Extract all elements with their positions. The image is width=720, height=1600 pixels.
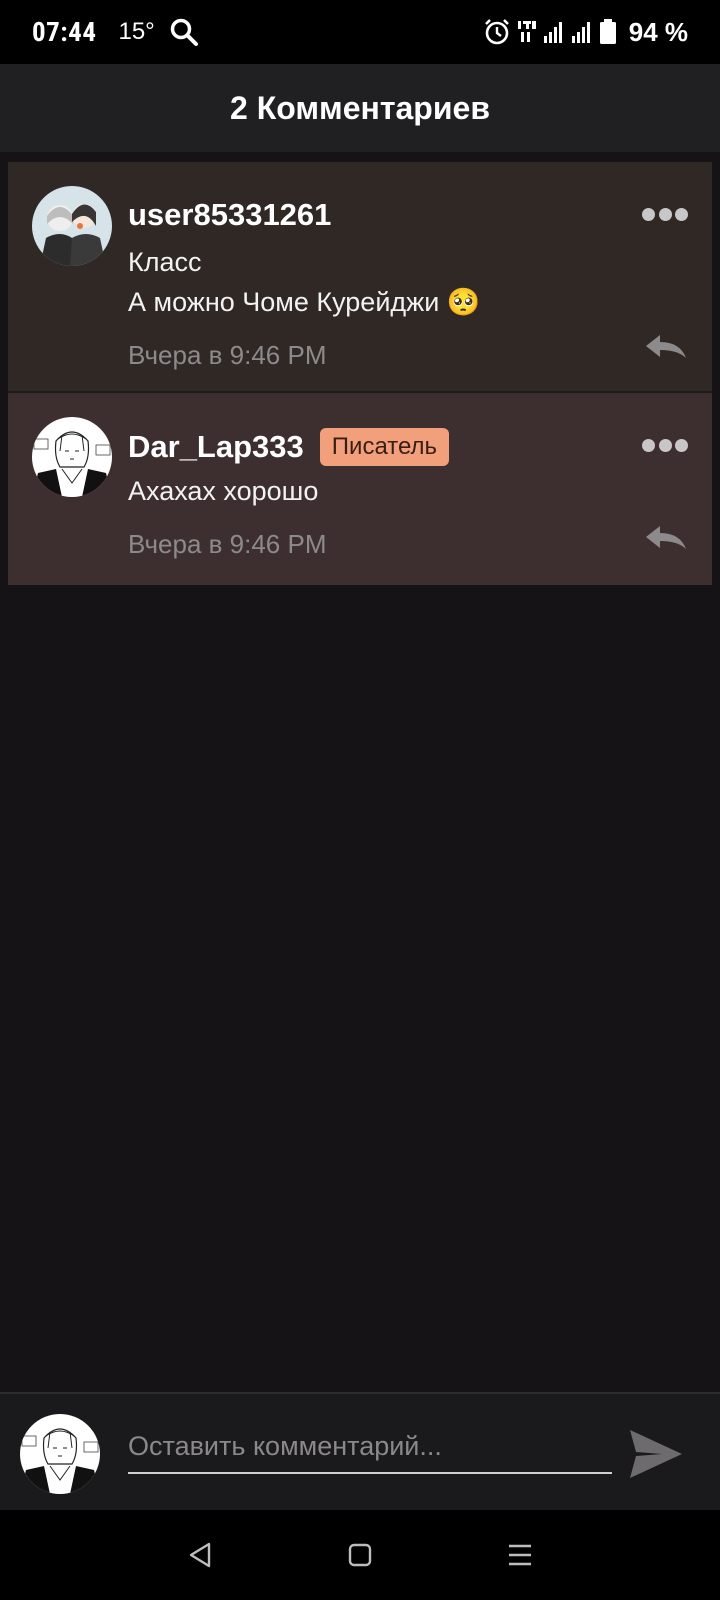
comment-composer	[0, 1392, 720, 1510]
avatar-image	[32, 417, 112, 497]
avatar[interactable]	[32, 186, 112, 266]
dot-icon	[658, 438, 672, 452]
comment-body: Класс А можно Чоме Курейджи 🥺	[128, 242, 480, 322]
signal-icon	[571, 22, 590, 43]
dot-icon	[675, 207, 688, 221]
more-options-button[interactable]	[642, 206, 688, 222]
menu-icon	[509, 1544, 531, 1566]
back-button[interactable]	[180, 1535, 220, 1575]
dot-icon	[658, 207, 672, 221]
home-button[interactable]	[340, 1535, 380, 1575]
author-name: user85331261	[128, 197, 332, 232]
status-bar: 07:44 15° 94 %	[0, 0, 720, 64]
home-icon	[348, 1543, 372, 1567]
header: 2 Комментариев	[0, 64, 720, 152]
comment-timestamp: Вчера в 9:46 PM	[128, 340, 327, 370]
avatar[interactable]	[20, 1414, 100, 1494]
battery-percent: 94 %	[628, 16, 688, 47]
comment-body: Ахахах хорошо	[128, 471, 318, 511]
comment-timestamp: Вчера в 9:46 PM	[128, 529, 327, 559]
avatar-image	[20, 1414, 100, 1494]
dot-icon	[642, 207, 655, 221]
page-title: 2 Комментариев	[230, 89, 490, 126]
battery-icon	[599, 19, 616, 44]
comment-line: А можно Чоме Курейджи 🥺	[128, 287, 481, 317]
system-nav-bar	[0, 1510, 720, 1600]
lte-icon	[517, 21, 536, 42]
author-name: Dar_Lap333	[128, 429, 304, 464]
avatar[interactable]	[32, 417, 112, 497]
search-icon	[170, 18, 198, 46]
status-indicators: 94 %	[483, 17, 688, 48]
more-options-button[interactable]	[642, 437, 688, 453]
reply-icon[interactable]	[644, 332, 688, 362]
comment-input[interactable]	[128, 1420, 612, 1474]
comment-author[interactable]: user85331261	[128, 197, 331, 233]
back-icon	[189, 1542, 211, 1568]
writer-badge: Писатель	[319, 428, 450, 466]
status-temperature: 15°	[118, 18, 155, 45]
reply-icon[interactable]	[644, 523, 688, 553]
dot-icon	[675, 438, 688, 452]
recents-button[interactable]	[500, 1535, 540, 1575]
avatar-image	[32, 186, 112, 266]
dot-icon	[642, 438, 655, 452]
comment-item: Dar_Lap333 Писатель Ахахах хорошо Вчера …	[8, 393, 712, 585]
alarm-icon	[484, 19, 509, 45]
status-time: 07:44	[32, 16, 97, 48]
send-icon[interactable]	[628, 1428, 684, 1480]
signal-icon	[543, 22, 562, 43]
comment-author[interactable]: Dar_Lap333 Писатель	[128, 428, 450, 466]
comment-line: Класс	[128, 247, 202, 277]
comment-line: Ахахах хорошо	[128, 476, 319, 506]
comment-item: user85331261 Класс А можно Чоме Курейджи…	[8, 162, 712, 392]
